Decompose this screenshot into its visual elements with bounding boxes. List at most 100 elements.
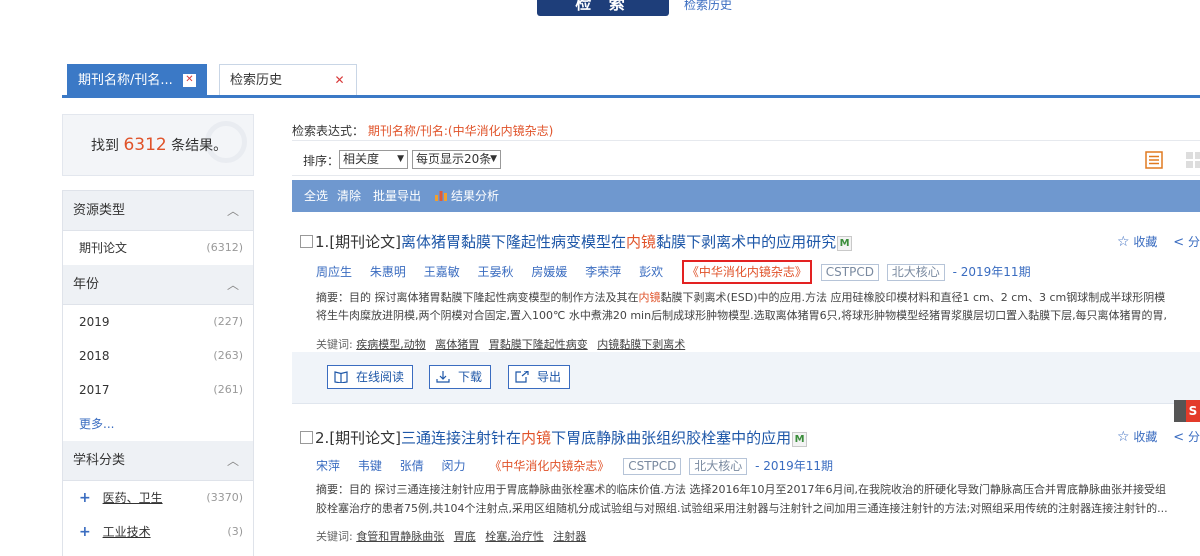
chevron-up-icon[interactable]: ︿ (227, 441, 239, 481)
close-icon[interactable]: ✕ (183, 74, 196, 87)
facet-title: 学科分类 (73, 453, 126, 468)
bar-chart-icon (435, 191, 447, 201)
clear-button[interactable]: 清除 (337, 180, 361, 212)
facet-item-journal-paper[interactable]: 期刊论文 (6312) (63, 231, 253, 265)
result-count-box: 找到 6312 条结果。 (62, 114, 254, 176)
book-icon (334, 371, 348, 383)
author-link[interactable]: 周应生 (316, 265, 352, 279)
sort-select[interactable]: 相关度 ▼ (339, 150, 408, 169)
facet-item-label: 2019 (79, 315, 110, 329)
author-link[interactable]: 张倩 (400, 459, 424, 473)
tab-journal-name[interactable]: 期刊名称/刊名... ✕ (67, 64, 207, 95)
facet-item-medicine[interactable]: + 医药、卫生 (3370) (63, 481, 253, 515)
keyword-link[interactable]: 内镜黏膜下剥离术 (597, 338, 685, 351)
search-button[interactable]: 检 索 (537, 0, 669, 16)
tab-underline (62, 95, 1200, 98)
result-title: 1.[期刊论文]离体猪胃黏膜下隆起性病变模型在内镜黏膜下剥离术中的应用研究 M (300, 231, 853, 252)
result-keywords: 关键词: 食管和胃静脉曲张 胃底 栓塞,治疗性 注射器 (316, 528, 592, 544)
result-checkbox[interactable] (300, 235, 313, 248)
share-icon[interactable]: < (1173, 235, 1184, 250)
share-icon[interactable]: < (1173, 430, 1184, 445)
tab-search-history[interactable]: 检索历史 ✕ (219, 64, 357, 95)
facet-more-link[interactable]: 更多... (63, 407, 253, 441)
facet-item-label: 2018 (79, 349, 110, 363)
sort-bar: 排序： 相关度 ▼ 每页显示20条 ▼ (292, 140, 1200, 176)
chevron-up-icon[interactable]: ︿ (227, 265, 239, 305)
result-type: [期刊论文] (329, 429, 402, 447)
result-abstract-line-1: 摘要：目的 探讨离体猪胃黏膜下隆起性病变模型的制作方法及其在内镜黏膜下剥离术(E… (316, 291, 1166, 304)
keyword-link[interactable]: 注射器 (553, 530, 586, 543)
facet-header-resource-type[interactable]: 资源类型 ︿ (63, 191, 253, 231)
expr-label: 检索表达式： (292, 124, 365, 138)
author-link[interactable]: 王嘉敏 (424, 265, 460, 279)
author-link[interactable]: 朱惠明 (370, 265, 406, 279)
keyword-link[interactable]: 食管和胃静脉曲张 (356, 530, 444, 543)
read-online-button[interactable]: 在线阅读 (327, 365, 414, 389)
result-button-bar: 在线阅读 下载 导出 (292, 352, 1200, 404)
facet-item-industry[interactable]: + 工业技术 (3) (63, 515, 253, 549)
share-button[interactable]: 分 (1188, 430, 1200, 444)
author-link[interactable]: 宋萍 (316, 459, 340, 473)
per-page-value: 每页显示20条 (416, 152, 492, 166)
facet-item-year-2019[interactable]: 2019 (227) (63, 305, 253, 339)
result-title: 2.[期刊论文]三通连接注射针在内镜下胃底静脉曲张组织胶栓塞中的应用 M (300, 427, 808, 448)
keyword-link[interactable]: 胃底 (454, 530, 476, 543)
result-title-link[interactable]: 三通连接注射针在内镜下胃底静脉曲张组织胶栓塞中的应用 (401, 429, 791, 447)
author-link[interactable]: 韦键 (358, 459, 382, 473)
result-abstract-line-1: 摘要：目的 探讨三通连接注射针应用于胃底静脉曲张栓塞术的临床价值.方法 选择20… (316, 483, 1166, 496)
keyword-link[interactable]: 胃黏膜下隆起性病变 (489, 338, 588, 351)
sort-value: 相关度 (343, 152, 380, 166)
facet-item-year-2017[interactable]: 2017 (261) (63, 373, 253, 407)
result-abstract-line-2: 将生牛肉糜放进阴模,两个阴模对合固定,置入100℃ 水中煮沸20 min后制成球… (316, 309, 1168, 322)
grid-view-icon[interactable] (1185, 151, 1200, 169)
issue-link[interactable]: - 2019年11期 (755, 459, 833, 473)
issue-link[interactable]: - 2019年11期 (953, 265, 1031, 279)
keyword-link[interactable]: 疾病模型,动物 (356, 338, 426, 351)
select-all-button[interactable]: 全选 (304, 180, 328, 212)
per-page-select[interactable]: 每页显示20条 ▼ (412, 150, 501, 169)
favorite-button[interactable]: 收藏 (1133, 235, 1157, 249)
close-icon[interactable]: ✕ (333, 74, 346, 87)
star-icon[interactable]: ☆ (1117, 234, 1130, 250)
author-link[interactable]: 闵力 (442, 459, 466, 473)
result-title-link[interactable]: 离体猪胃黏膜下隆起性病变模型在内镜黏膜下剥离术中的应用研究 (401, 233, 836, 251)
analysis-label: 结果分析 (451, 189, 500, 203)
s-badge-icon[interactable]: S (1186, 400, 1200, 422)
plus-icon[interactable]: + (79, 490, 91, 506)
floating-widget[interactable]: S (1174, 400, 1200, 422)
list-view-icon[interactable] (1145, 151, 1163, 169)
download-button[interactable]: 下载 (429, 365, 492, 389)
dropdown-arrow-icon: ▼ (490, 154, 497, 164)
author-link[interactable]: 彭欢 (639, 265, 663, 279)
facet-item-label: 期刊论文 (79, 241, 128, 255)
search-history-link[interactable]: 检索历史 (684, 0, 732, 13)
journal-link[interactable]: 《中华消化内镜杂志》 (681, 260, 812, 284)
batch-export-button[interactable]: 批量导出 (373, 180, 421, 212)
m-badge-icon[interactable]: M (792, 432, 808, 447)
found-suffix: 条结果。 (171, 138, 228, 154)
plus-icon[interactable]: + (79, 524, 91, 540)
author-link[interactable]: 房媛媛 (531, 265, 567, 279)
author-link[interactable]: 王晏秋 (478, 265, 514, 279)
result-item-1: 1.[期刊论文]离体猪胃黏膜下隆起性病变模型在内镜黏膜下剥离术中的应用研究 M ☆… (292, 212, 1200, 410)
chevron-up-icon[interactable]: ︿ (227, 191, 239, 231)
star-icon[interactable]: ☆ (1117, 429, 1130, 445)
facet-item-label: 2017 (79, 383, 110, 397)
export-button[interactable]: 导出 (508, 365, 571, 389)
share-button[interactable]: 分 (1188, 235, 1200, 249)
journal-link[interactable]: 《中华消化内镜杂志》 (489, 459, 609, 473)
index-tag: CSTPCD (820, 264, 879, 281)
result-actions: ☆ 收藏 < 分 (1117, 233, 1200, 250)
facet-header-subject[interactable]: 学科分类 ︿ (63, 441, 253, 481)
result-checkbox[interactable] (300, 431, 313, 444)
keyword-link[interactable]: 栓塞,治疗性 (485, 530, 544, 543)
favorite-button[interactable]: 收藏 (1133, 430, 1157, 444)
index-tag: 北大核心 (689, 458, 748, 475)
author-link[interactable]: 李荣萍 (585, 265, 621, 279)
facet-header-year[interactable]: 年份 ︿ (63, 265, 253, 305)
result-analysis-button[interactable]: 结果分析 (435, 180, 499, 212)
keyword-link[interactable]: 离体猪胃 (435, 338, 479, 351)
m-badge-icon[interactable]: M (837, 236, 853, 251)
found-count: 6312 (123, 135, 167, 155)
facet-item-year-2018[interactable]: 2018 (263) (63, 339, 253, 373)
